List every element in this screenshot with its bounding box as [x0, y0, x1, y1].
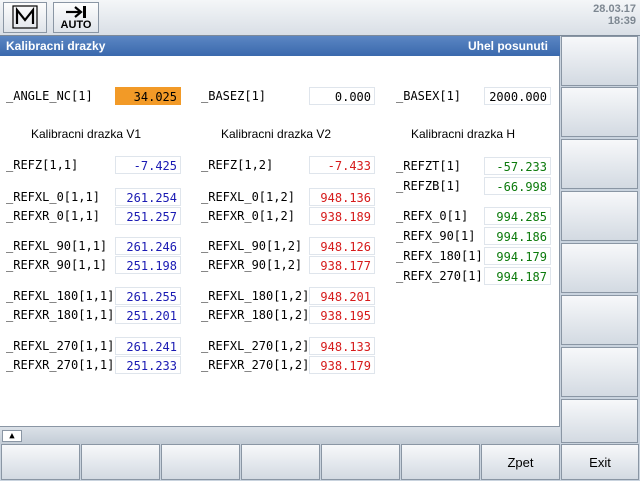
auto-label: AUTO	[60, 19, 92, 31]
v2-refxl-0-label: _REFXL_0[1,2]	[201, 190, 295, 204]
horizontal-softkey-5[interactable]	[321, 444, 400, 480]
h-refx-270-label: _REFX_270[1]	[396, 269, 483, 283]
v1-refxr-180-field[interactable]: 251.201	[115, 306, 181, 324]
vertical-softkey-5[interactable]	[561, 243, 638, 293]
auto-mode-button[interactable]: AUTO	[53, 2, 99, 33]
v2-refxl-90-field[interactable]: 948.126	[309, 237, 375, 255]
h-refx-0-field[interactable]: 994.285	[484, 207, 551, 225]
v2-refxr-0-label: _REFXR_0[1,2]	[201, 209, 295, 223]
h-refx-180-label: _REFX_180[1]	[396, 249, 483, 263]
vertical-softkey-3[interactable]	[561, 139, 638, 189]
h-refx-0-label: _REFX_0[1]	[396, 209, 469, 223]
basex-field[interactable]: 2000.000	[484, 87, 551, 105]
v1-refxl-270-label: _REFXL_270[1,1]	[6, 339, 115, 353]
h-refx-180-field[interactable]: 994.179	[484, 247, 551, 265]
vertical-softkey-4[interactable]	[561, 191, 638, 241]
machine-mode-button[interactable]	[3, 2, 47, 33]
v1-refxl-90-label: _REFXL_90[1,1]	[6, 239, 108, 253]
basex-label: _BASEX[1]	[396, 89, 462, 103]
horizontal-softkey-2[interactable]	[81, 444, 160, 480]
v1-refxl-270-field[interactable]: 261.241	[115, 337, 181, 355]
time-text: 18:39	[607, 15, 636, 27]
h-refx-90-label: _REFX_90[1]	[396, 229, 476, 243]
basez-label: _BASEZ[1]	[201, 89, 267, 103]
v1-refxr-0-label: _REFXR_0[1,1]	[6, 209, 100, 223]
vertical-softkey-1[interactable]	[561, 36, 638, 86]
v1-refxr-180-label: _REFXR_180[1,1]	[6, 308, 115, 322]
v1-refxr-0-field[interactable]: 251.257	[115, 207, 181, 225]
window-title: Kalibracni drazky	[6, 39, 106, 53]
arrow-into-bar-icon	[66, 6, 86, 18]
v1-refxr-90-field[interactable]: 251.198	[115, 256, 181, 274]
date-text: 28.03.17	[593, 3, 636, 15]
v2-refz-field[interactable]: -7.433	[309, 156, 375, 174]
h-refzb-label: _REFZB[1]	[396, 179, 462, 193]
v2-refxr-180-label: _REFXR_180[1,2]	[201, 308, 310, 322]
v2-refxr-180-field[interactable]: 938.195	[309, 306, 375, 324]
v2-refxl-180-field[interactable]: 948.201	[309, 287, 375, 305]
M-letter-icon	[12, 5, 38, 29]
vertical-softkey-2[interactable]	[561, 87, 638, 137]
h-refx-90-field[interactable]: 994.186	[484, 227, 551, 245]
v2-refxl-270-label: _REFXL_270[1,2]	[201, 339, 310, 353]
window-subtitle: Uhel posunuti	[468, 39, 548, 53]
v1-refz-field[interactable]: -7.425	[115, 156, 181, 174]
v2-refxr-270-label: _REFXR_270[1,2]	[201, 358, 310, 372]
v1-refz-label: _REFZ[1,1]	[6, 158, 79, 172]
v1-refxr-90-label: _REFXR_90[1,1]	[6, 258, 108, 272]
horizontal-softkey-3[interactable]	[161, 444, 240, 480]
v1-refxl-90-field[interactable]: 261.246	[115, 237, 181, 255]
top-bar: AUTO 28.03.17 18:39	[0, 0, 640, 36]
v2-refxr-270-field[interactable]: 938.179	[309, 356, 375, 374]
angle-nc-label: _ANGLE_NC[1]	[6, 89, 93, 103]
v2-refxr-0-field[interactable]: 938.189	[309, 207, 375, 225]
h-refzt-field[interactable]: -57.233	[484, 157, 551, 175]
calibration-panel: Kalibracni drazky Uhel posunuti _ANGLE_N…	[0, 36, 560, 426]
horizontal-softkey-4[interactable]	[241, 444, 320, 480]
v1-refxr-270-field[interactable]: 251.233	[115, 356, 181, 374]
recall-button[interactable]: ▲	[2, 430, 22, 442]
v2-refxr-90-label: _REFXR_90[1,2]	[201, 258, 303, 272]
group-v1-title: Kalibracni drazka V1	[31, 127, 142, 141]
vertical-softkey-7[interactable]	[561, 347, 638, 397]
vertical-softkey-8[interactable]	[561, 399, 638, 443]
v2-refxl-0-field[interactable]: 948.136	[309, 188, 375, 206]
vertical-softkey-6[interactable]	[561, 295, 638, 345]
horizontal-softkey-1[interactable]	[1, 444, 80, 480]
h-refx-270-field[interactable]: 994.187	[484, 267, 551, 285]
v2-refxl-90-label: _REFXL_90[1,2]	[201, 239, 303, 253]
status-strip: ▲	[0, 426, 560, 444]
h-refzb-field[interactable]: -66.998	[484, 177, 551, 195]
group-h-title: Kalibracni drazka H	[411, 127, 516, 141]
v2-refxr-90-field[interactable]: 938.177	[309, 256, 375, 274]
v2-refxl-180-label: _REFXL_180[1,2]	[201, 289, 310, 303]
v1-refxr-270-label: _REFXR_270[1,1]	[6, 358, 115, 372]
group-v2-title: Kalibracni drazka V2	[221, 127, 332, 141]
datetime-display: 28.03.17 18:39	[593, 3, 636, 27]
back-button[interactable]: Zpet	[481, 444, 560, 480]
v1-refxl-0-field[interactable]: 261.254	[115, 188, 181, 206]
v2-refxl-270-field[interactable]: 948.133	[309, 337, 375, 355]
basez-field[interactable]: 0.000	[309, 87, 375, 105]
exit-button[interactable]: Exit	[561, 444, 639, 480]
v2-refz-label: _REFZ[1,2]	[201, 158, 274, 172]
caret-up-icon: ▲	[9, 431, 15, 441]
v1-refxl-180-field[interactable]: 261.255	[115, 287, 181, 305]
v1-refxl-180-label: _REFXL_180[1,1]	[6, 289, 115, 303]
h-refzt-label: _REFZT[1]	[396, 159, 462, 173]
angle-nc-field[interactable]: 34.025	[115, 87, 181, 105]
v1-refxl-0-label: _REFXL_0[1,1]	[6, 190, 100, 204]
horizontal-softkey-6[interactable]	[401, 444, 480, 480]
panel-title-bar: Kalibracni drazky Uhel posunuti	[0, 36, 560, 56]
